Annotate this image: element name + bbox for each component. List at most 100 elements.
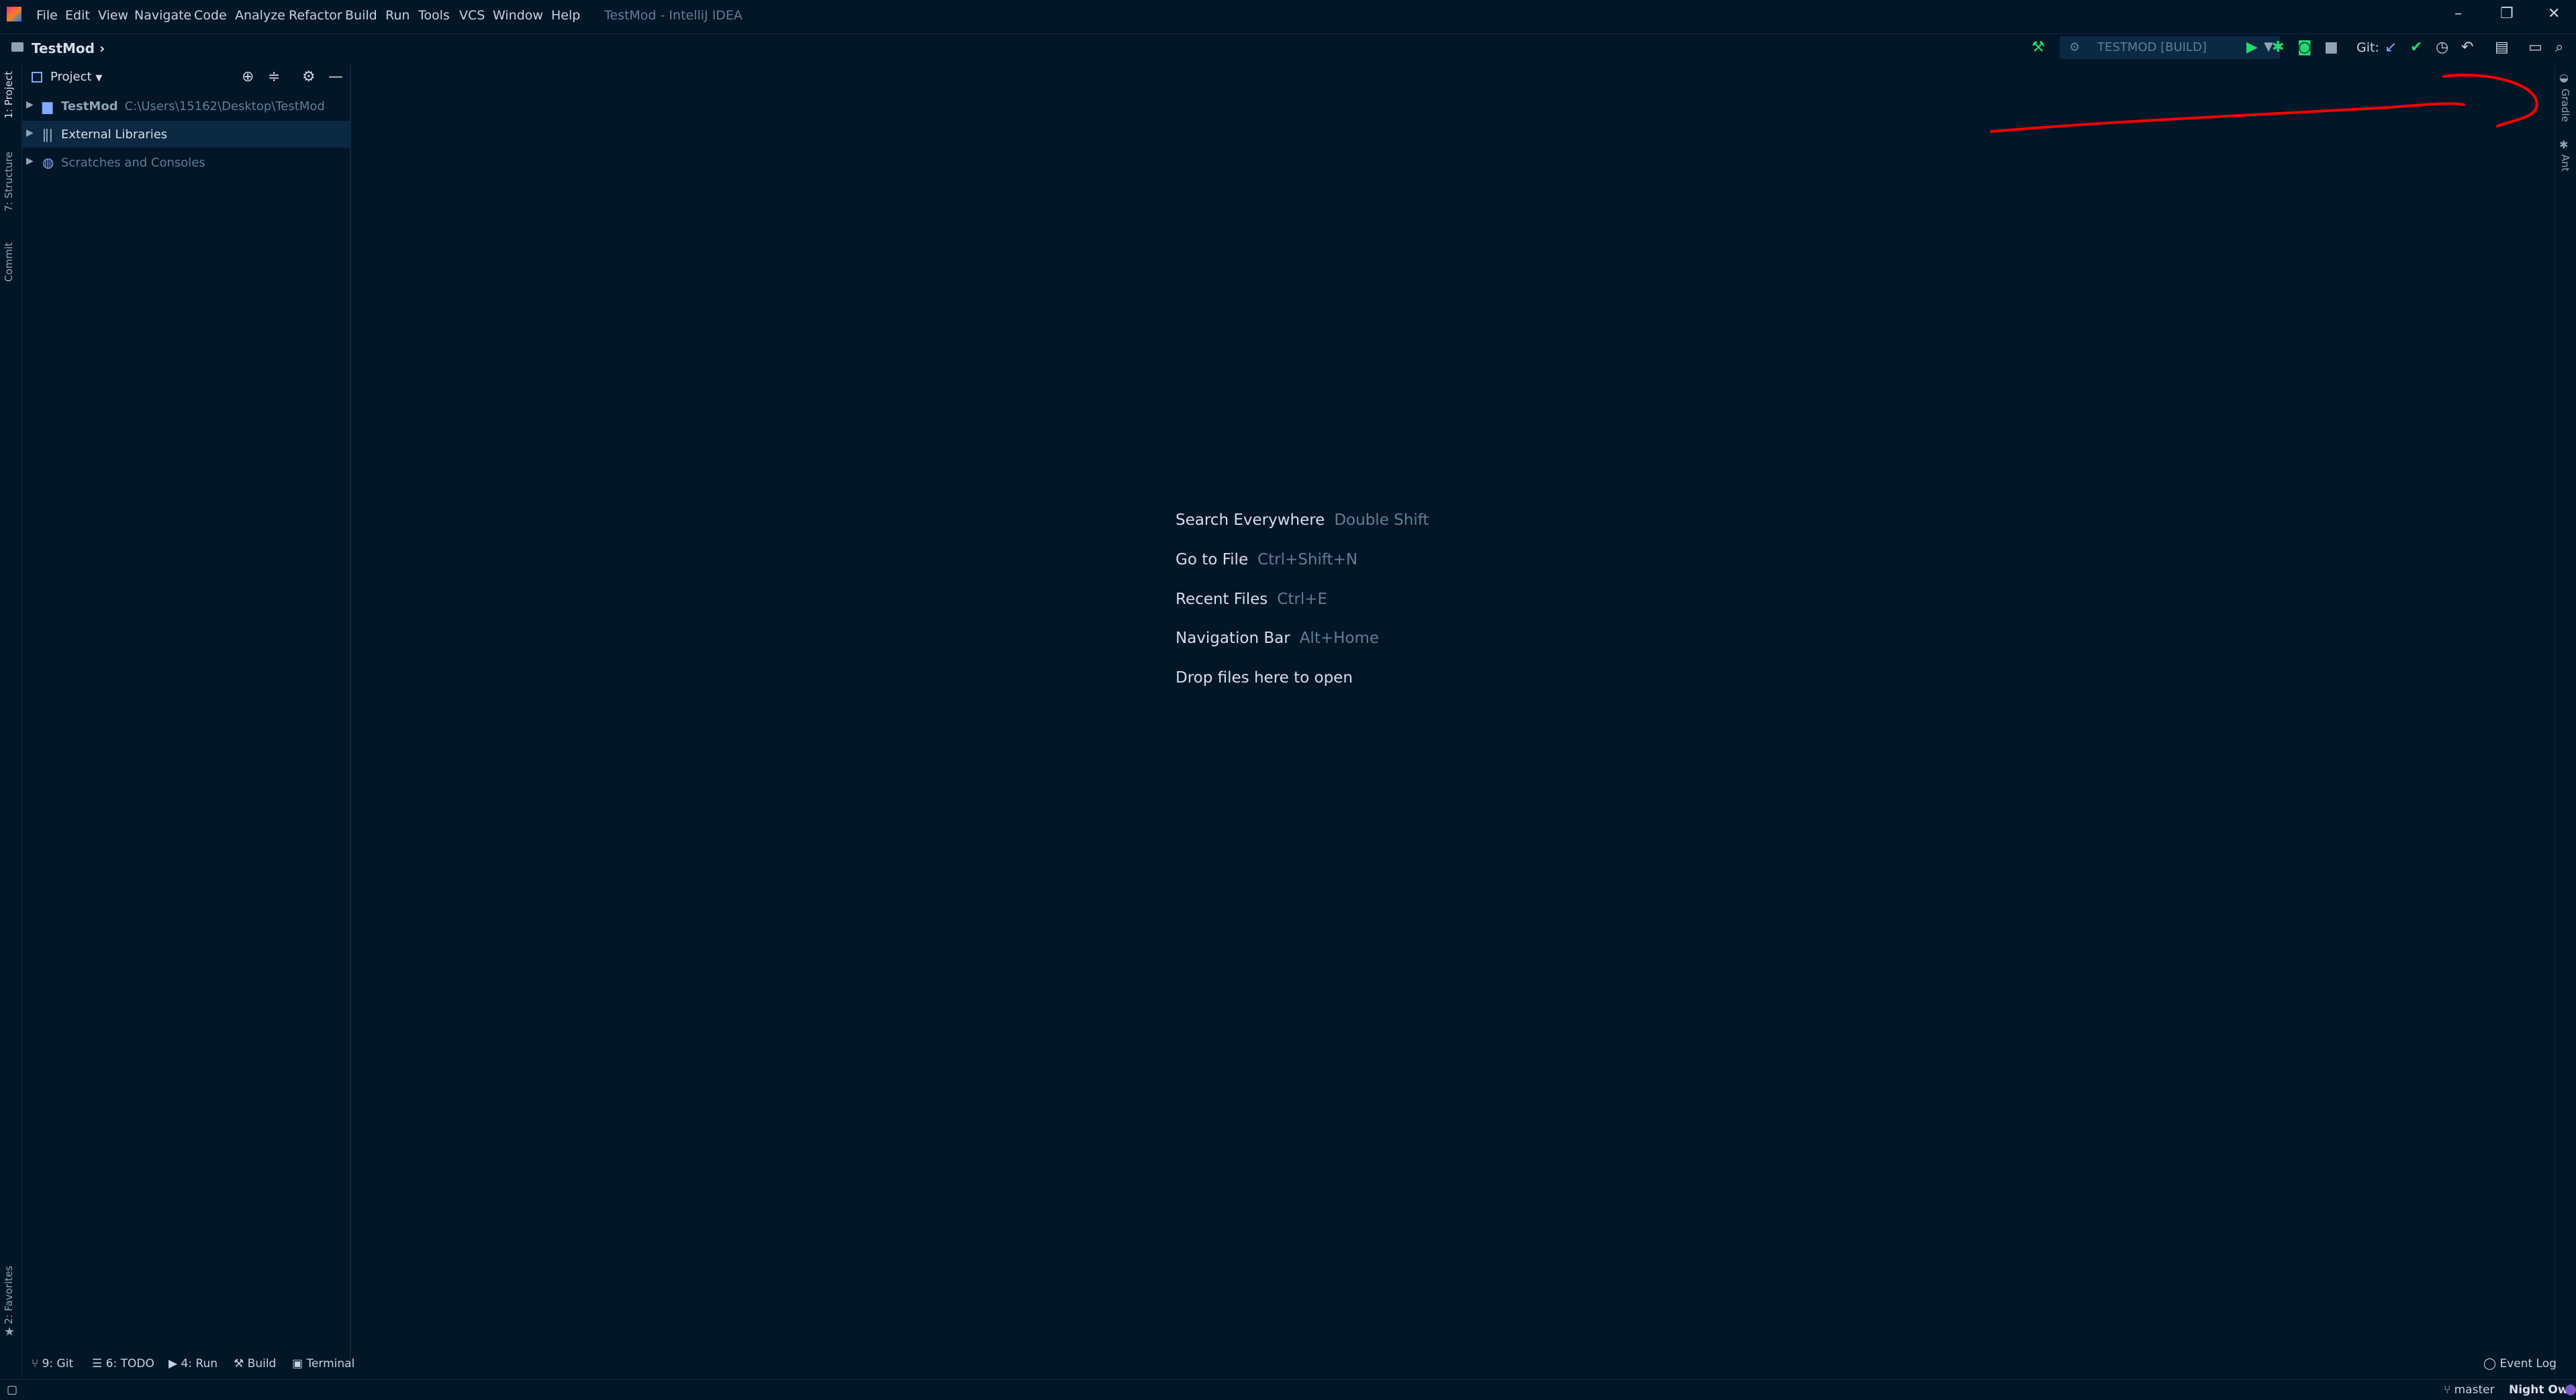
collapse-all-icon[interactable]: ≑	[268, 68, 280, 85]
hint-shortcut: Ctrl+Shift+N	[1257, 551, 1358, 568]
tree-node-path: C:\Users\15162\Desktop\TestMod	[124, 99, 325, 113]
tree-node-external-libraries[interactable]: ▶ ǁǀ External Libraries	[22, 121, 350, 148]
tree-node-scratches[interactable]: ▶ ◍ Scratches and Consoles	[22, 149, 350, 176]
tab-project[interactable]: 1: Project	[3, 71, 15, 119]
search-icon[interactable]: ⌕	[2555, 39, 2563, 56]
menu-window[interactable]: Window	[493, 8, 543, 23]
tree-node-label: TestMod	[61, 99, 118, 113]
tool-tab-label: 4: Run	[181, 1357, 218, 1370]
tab-commit[interactable]: Commit	[3, 242, 15, 282]
git-update-icon[interactable]: ↙	[2385, 39, 2397, 56]
menu-bar: File Edit View Navigate Code Analyze Ref…	[0, 0, 2576, 34]
locate-file-icon[interactable]: ⊕	[242, 68, 254, 85]
coverage-icon[interactable]: ◙	[2297, 39, 2311, 56]
minimize-icon[interactable]: –	[2454, 5, 2462, 22]
window-title: TestMod - IntelliJ IDEA	[604, 8, 743, 23]
breadcrumb[interactable]: TestMod ›	[32, 40, 105, 56]
menu-view[interactable]: View	[98, 8, 128, 23]
menu-analyze[interactable]: Analyze	[235, 8, 285, 23]
list-icon: ☰	[92, 1357, 103, 1370]
build-hammer-icon[interactable]: ⚒	[2032, 39, 2045, 56]
tab-favorites[interactable]: 2: Favorites	[3, 1266, 15, 1324]
close-icon[interactable]: ✕	[2548, 5, 2560, 22]
tool-tab-label: 6: TODO	[105, 1357, 154, 1370]
menu-edit[interactable]: Edit	[65, 8, 90, 23]
run-icon[interactable]: ▶	[2246, 39, 2258, 56]
project-panel: Project ▼ ⊕ ≑ ⚙ — ▶ ▆ TestMod C:\Users\15…	[22, 64, 351, 1360]
tool-tab-label: Terminal	[306, 1357, 355, 1370]
git-branch-widget[interactable]: ⑂ master	[2444, 1383, 2495, 1397]
menu-code[interactable]: Code	[194, 8, 227, 23]
menu-vcs[interactable]: VCS	[459, 8, 485, 23]
run-configuration-label: TESTMOD [BUILD]	[2097, 40, 2207, 54]
left-tool-stripe: 1: Project 7: Structure Commit 2: Favori…	[0, 64, 22, 1380]
hide-panel-icon[interactable]: —	[328, 68, 343, 85]
project-panel-header: Project ▼ ⊕ ≑ ⚙ —	[22, 64, 350, 90]
hint-search-everywhere: Search Everywhere Double Shift	[1176, 511, 1429, 529]
tool-tab-todo[interactable]: ☰ 6: TODO	[92, 1357, 154, 1370]
breadcrumb-label: TestMod	[32, 40, 95, 56]
expand-arrow-icon[interactable]: ▶	[26, 128, 34, 138]
restore-icon[interactable]: ❐	[2500, 5, 2514, 22]
chevron-down-icon: ▼	[95, 73, 103, 83]
tool-tab-terminal[interactable]: ▣ Terminal	[292, 1357, 354, 1370]
module-folder-icon: ▆	[42, 98, 53, 114]
git-branch-icon: ⑂	[32, 1357, 39, 1370]
star-icon[interactable]: ★	[4, 1325, 15, 1339]
tool-tab-run[interactable]: ▶ 4: Run	[169, 1357, 218, 1370]
intellij-logo-icon	[7, 7, 21, 21]
scratches-icon: ◍	[42, 154, 54, 170]
annotation-line	[1990, 102, 2465, 133]
tool-tab-build[interactable]: ⚒ Build	[234, 1357, 276, 1370]
menu-build[interactable]: Build	[345, 8, 377, 23]
expand-arrow-icon[interactable]: ▶	[26, 156, 34, 166]
theme-indicator-icon	[2565, 1385, 2576, 1395]
hint-shortcut: Ctrl+E	[1277, 591, 1328, 608]
tab-structure[interactable]: 7: Structure	[3, 152, 15, 211]
terminal-icon: ▣	[292, 1357, 303, 1370]
git-branch-icon: ⑂	[2444, 1383, 2451, 1397]
expand-arrow-icon[interactable]: ▶	[26, 99, 34, 110]
tab-gradle[interactable]: Gradle	[2559, 89, 2571, 122]
menu-run[interactable]: Run	[385, 8, 410, 23]
hint-shortcut: Alt+Home	[1299, 630, 1380, 647]
menu-file[interactable]: File	[36, 8, 58, 23]
tool-tab-label: Build	[247, 1357, 277, 1370]
layout-icon[interactable]: ▭	[2528, 39, 2542, 56]
project-structure-icon[interactable]: ▤	[2495, 39, 2509, 56]
theme-name[interactable]: Night Owl	[2509, 1383, 2572, 1397]
menu-refactor[interactable]: Refactor	[289, 8, 342, 23]
tool-tab-label: 9: Git	[42, 1357, 74, 1370]
toggle-tool-windows-icon[interactable]: ▢	[7, 1383, 17, 1397]
stop-icon[interactable]: ■	[2324, 39, 2338, 56]
git-label: Git:	[2356, 40, 2379, 55]
menu-help[interactable]: Help	[551, 8, 580, 23]
git-commit-check-icon[interactable]: ✔	[2410, 39, 2422, 56]
tab-ant[interactable]: Ant	[2559, 154, 2571, 172]
hint-action: Drop files here to open	[1176, 669, 1353, 687]
debug-bug-icon[interactable]: ✱	[2272, 39, 2284, 56]
project-view-selector[interactable]: Project ▼	[50, 70, 102, 84]
tree-node-testmod[interactable]: ▶ ▆ TestMod C:\Users\15162\Desktop\TestMo…	[22, 93, 350, 119]
tool-tab-git[interactable]: ⑂ 9: Git	[32, 1357, 73, 1370]
history-clock-icon[interactable]: ◷	[2436, 39, 2448, 56]
menu-tools[interactable]: Tools	[418, 8, 450, 23]
gear-icon[interactable]: ⚙	[302, 68, 316, 85]
hint-recent-files: Recent Files Ctrl+E	[1176, 591, 1327, 608]
library-icon: ǁǀ	[42, 126, 53, 142]
panel-title: Project	[50, 70, 92, 84]
menu-navigate[interactable]: Navigate	[134, 8, 191, 23]
hint-navigation-bar: Navigation Bar Alt+Home	[1176, 630, 1379, 647]
tree-node-label: External Libraries	[61, 128, 168, 142]
status-bar: ▢ ⑂ master Night Owl	[0, 1379, 2576, 1400]
bottom-tool-bar: ⑂ 9: Git ☰ 6: TODO ▶ 4: Run ⚒ Build ▣ Te…	[22, 1353, 2557, 1377]
hint-shortcut: Double Shift	[1334, 511, 1429, 529]
speech-bubble-icon: ◯	[2483, 1357, 2497, 1370]
hammer-icon: ⚒	[234, 1357, 244, 1370]
breadcrumb-arrow: ›	[99, 40, 105, 56]
annotation-hook	[2442, 73, 2538, 128]
project-view-icon	[32, 72, 42, 83]
rollback-icon[interactable]: ↶	[2461, 39, 2473, 56]
hint-action: Search Everywhere	[1176, 511, 1325, 529]
tool-tab-event-log[interactable]: ◯ Event Log	[2483, 1357, 2557, 1370]
